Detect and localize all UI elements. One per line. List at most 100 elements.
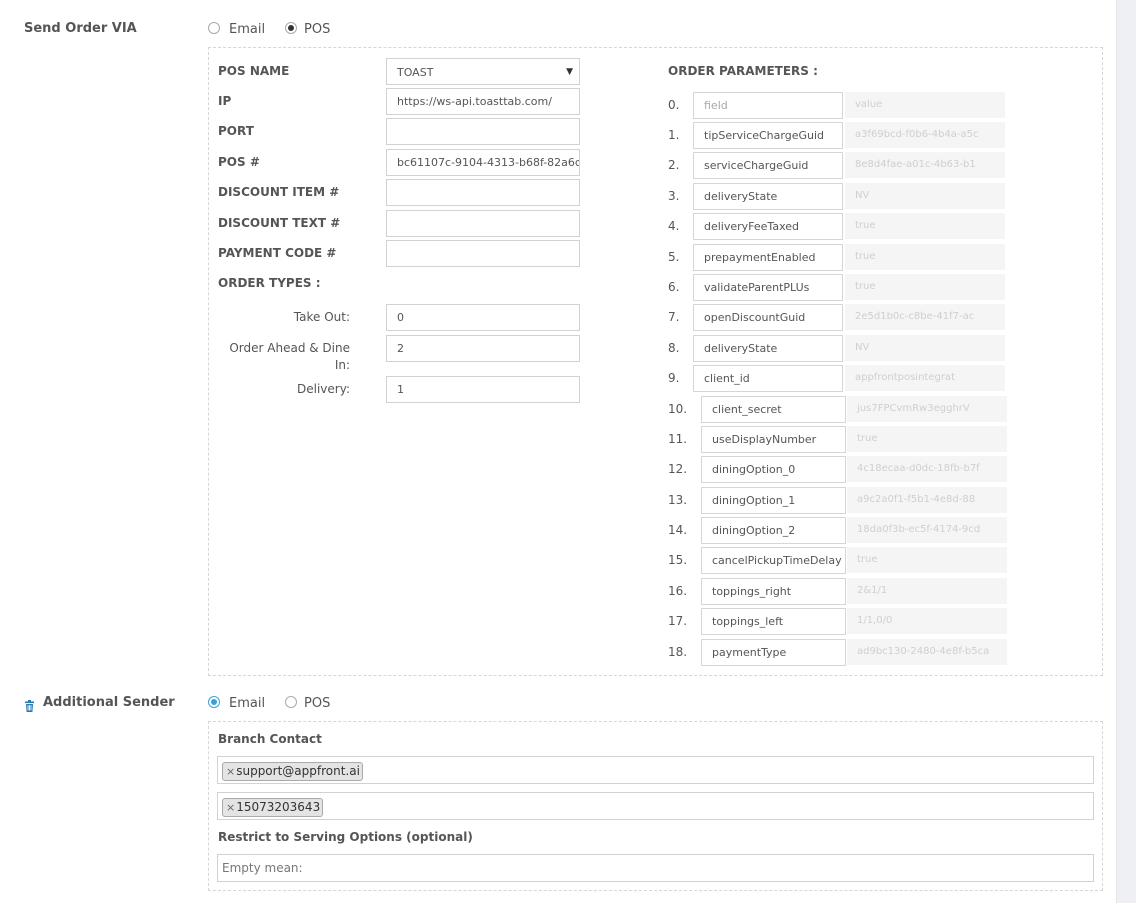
send-order-via-label: Send Order VIA [24,21,137,36]
parameter-key-input[interactable]: toppings_left [701,608,846,635]
send-order-email-label[interactable]: Email [229,22,265,37]
parameter-key-input[interactable]: field [693,92,843,119]
parameter-value-input[interactable]: 2e5d1b0c-c8be-41f7-ac [845,304,1005,330]
parameter-value-input[interactable]: value [845,92,1005,118]
parameter-value-input[interactable]: ad9bc130-2480-4e8f-b5ca [847,639,1007,665]
order-types-label: ORDER TYPES : [218,276,321,290]
parameter-key-input[interactable]: prepaymentEnabled [693,244,843,271]
parameter-value-input[interactable]: 1/1,0/0 [847,608,1007,634]
parameter-key-input[interactable]: validateParentPLUs [693,274,843,301]
order-ahead-label: Order Ahead & Dine In: [229,341,350,372]
parameter-value-input[interactable]: 18da0f3b-ec5f-4174-9cd [847,517,1007,543]
parameter-index: 8. [668,341,680,355]
additional-pos-label[interactable]: POS [304,696,330,711]
parameter-value-input[interactable]: a3f69bcd-f0b6-4b4a-a5c [845,122,1005,148]
discount-item-label: DISCOUNT ITEM # [218,185,340,199]
parameter-value-input[interactable]: appfrontposintegrat [845,365,1005,391]
serving-options-placeholder: Empty mean: [222,861,303,875]
parameter-value-input[interactable]: NV [845,183,1005,209]
send-order-email-radio[interactable] [208,22,220,34]
additional-email-radio[interactable] [208,696,220,708]
parameter-value-input[interactable]: 4c18ecaa-d0dc-18fb-b7f [847,456,1007,482]
email-tag[interactable]: ×support@appfront.ai [222,762,363,781]
parameter-value-input[interactable]: true [845,274,1005,300]
parameter-value-input[interactable]: true [845,244,1005,270]
parameter-index: 0. [668,98,680,112]
parameter-value-input[interactable]: true [847,547,1007,573]
parameter-value-input[interactable]: NV [845,335,1005,361]
take-out-label: Take Out: [293,310,350,324]
parameter-index: 14. [668,523,688,537]
right-edge-bar [1116,0,1136,903]
parameter-key-input[interactable]: openDiscountGuid [693,304,843,331]
chevron-down-icon: ▼ [566,67,573,77]
parameter-value-input[interactable]: jus7FPCvmRw3egghrV [847,396,1007,422]
parameter-index: 5. [668,250,680,264]
parameter-index: 1. [668,128,680,142]
parameter-index: 11. [668,432,688,446]
payment-code-input[interactable] [386,240,580,267]
parameter-value-input[interactable]: true [847,426,1007,452]
email-tag-label: support@appfront.ai [236,764,360,778]
parameter-index: 7. [668,310,680,324]
discount-text-input[interactable] [386,210,580,237]
parameter-index: 15. [668,553,688,567]
restrict-serving-label: Restrict to Serving Options (optional) [218,830,473,844]
parameter-key-input[interactable]: client_id [693,365,843,392]
additional-pos-radio[interactable] [285,696,297,708]
ip-label: IP [218,94,232,108]
parameter-key-input[interactable]: useDisplayNumber [701,426,846,453]
parameter-value-input[interactable]: 2&1/1 [847,578,1007,604]
parameter-index: 3. [668,189,680,203]
phone-tag[interactable]: ×15073203643 [222,798,324,817]
parameter-key-input[interactable]: toppings_right [701,578,846,605]
parameter-key-input[interactable]: diningOption_0 [701,456,846,483]
parameter-key-input[interactable]: diningOption_1 [701,487,846,514]
parameter-key-input[interactable]: deliveryState [693,335,843,362]
parameter-key-input[interactable]: client_secret [701,396,846,423]
pos-number-label: POS # [218,155,260,169]
delivery-label: Delivery: [297,382,350,396]
parameter-key-input[interactable]: cancelPickupTimeDelay [701,547,846,574]
branch-contact-label: Branch Contact [218,732,322,746]
parameter-index: 18. [668,645,688,659]
port-input[interactable] [386,118,580,145]
discount-text-label: DISCOUNT TEXT # [218,216,341,230]
tag-remove-icon[interactable]: × [226,801,235,814]
take-out-input[interactable]: 0 [386,304,580,331]
parameter-index: 9. [668,371,680,385]
additional-sender-label: Additional Sender [43,695,175,710]
phone-recipients-input[interactable]: ×15073203643 [217,792,1094,820]
parameter-key-input[interactable]: serviceChargeGuid [693,152,843,179]
parameter-index: 10. [668,402,688,416]
additional-email-label[interactable]: Email [229,696,265,711]
tag-remove-icon[interactable]: × [226,765,235,778]
parameter-value-input[interactable]: a9c2a0f1-f5b1-4e8d-88 [847,487,1007,513]
send-order-pos-label[interactable]: POS [304,22,330,37]
parameter-value-input[interactable]: 8e8d4fae-a01c-4b63-b1 [845,152,1005,178]
email-recipients-input[interactable]: ×support@appfront.ai [217,756,1094,784]
parameter-index: 6. [668,280,680,294]
parameter-value-input[interactable]: true [845,213,1005,239]
send-order-pos-radio[interactable] [285,22,297,34]
ip-input[interactable]: https://ws-api.toasttab.com/ [386,88,580,115]
parameter-key-input[interactable]: diningOption_2 [701,517,846,544]
serving-options-input[interactable]: Empty mean: [217,854,1094,882]
discount-item-input[interactable] [386,179,580,206]
parameter-key-input[interactable]: deliveryState [693,183,843,210]
order-ahead-input[interactable]: 2 [386,335,580,362]
pos-number-input[interactable]: bc61107c-9104-4313-b68f-82a6c2 [386,149,580,176]
delivery-input[interactable]: 1 [386,376,580,403]
parameter-index: 4. [668,219,680,233]
order-settings-panel: Send Order VIA Email POS POS NAME TOAST … [0,0,1116,903]
pos-name-select[interactable]: TOAST ▼ [386,58,580,85]
port-label: PORT [218,124,254,138]
parameter-key-input[interactable]: tipServiceChargeGuid [693,122,843,149]
parameter-index: 13. [668,493,688,507]
payment-code-label: PAYMENT CODE # [218,246,337,260]
parameter-key-input[interactable]: paymentType [701,639,846,666]
parameter-key-input[interactable]: deliveryFeeTaxed [693,213,843,240]
pos-name-value: TOAST [397,66,434,79]
pos-name-label: POS NAME [218,64,290,78]
trash-icon[interactable] [24,697,35,712]
